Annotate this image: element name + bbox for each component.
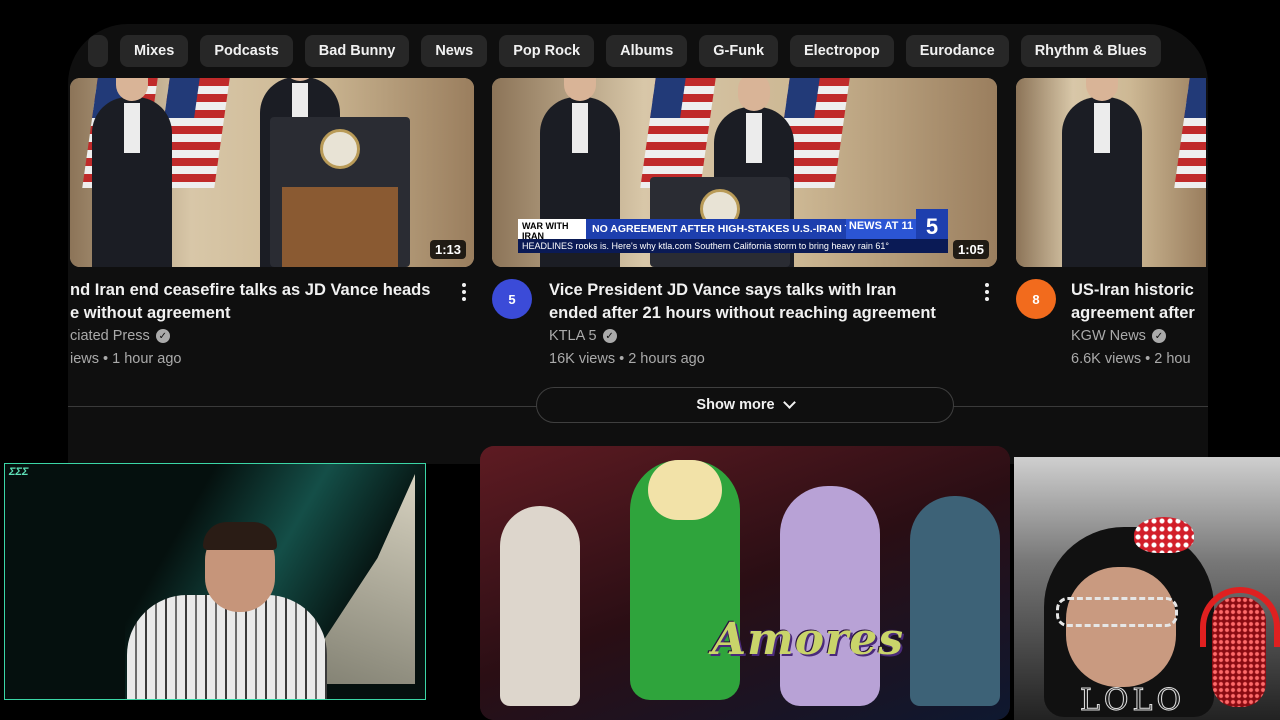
news-lower-third: WAR WITH IRAN NO AGREEMENT AFTER HIGH-ST… xyxy=(518,209,948,257)
lower-third-ticker: HEADLINES rooks is. Here's why ktla.com … xyxy=(518,239,948,253)
duration-badge: 1:13 xyxy=(429,240,466,259)
more-vert-icon[interactable] xyxy=(454,280,474,304)
chip-news[interactable]: News xyxy=(421,35,488,67)
video-thumbnail-3[interactable] xyxy=(1016,78,1206,267)
dancer-image xyxy=(780,486,880,706)
microphone-image xyxy=(1212,597,1266,707)
stream-logo: ΣΣΣ xyxy=(9,466,29,478)
stream-frame: Mixes Podcasts Bad Bunny News Pop Rock A… xyxy=(0,0,1280,720)
video-title-3[interactable]: US-Iran historic agreement after xyxy=(1071,279,1206,325)
glasses-image xyxy=(1056,597,1178,627)
view-count-2: 16K views • 2 hours ago xyxy=(549,351,705,367)
verified-check-icon: ✓ xyxy=(602,329,617,343)
video-thumbnail-1[interactable]: 1:13 xyxy=(70,78,474,267)
view-count-3: 6.6K views • 2 hou xyxy=(1071,351,1191,367)
chip-fade xyxy=(1168,24,1208,78)
chip-mixes[interactable]: Mixes xyxy=(120,35,189,67)
person-image xyxy=(1062,78,1142,267)
video-title-2[interactable]: Vice President JD Vance says talks with … xyxy=(549,279,969,325)
chip-partial[interactable] xyxy=(88,35,108,67)
show-more-button[interactable]: Show more xyxy=(536,387,954,423)
more-vert-icon[interactable] xyxy=(977,280,997,304)
dancer-image xyxy=(500,506,580,706)
chip-bar: Mixes Podcasts Bad Bunny News Pop Rock A… xyxy=(68,24,1208,78)
channel-avatar-kgw[interactable]: 8 xyxy=(1016,279,1056,319)
chip-pop-rock[interactable]: Pop Rock xyxy=(499,35,595,67)
video-thumbnail-2[interactable]: WAR WITH IRAN NO AGREEMENT AFTER HIGH-ST… xyxy=(492,78,997,267)
chip-albums[interactable]: Albums xyxy=(606,35,688,67)
chip-eurodance[interactable]: Eurodance xyxy=(905,35,1009,67)
song-title-graphic: Amores xyxy=(712,614,904,665)
channel-avatar-ktla[interactable]: 5 xyxy=(492,279,532,319)
podium-image xyxy=(270,117,410,267)
webcam-right: LOLO xyxy=(1014,457,1280,720)
channel-name-2[interactable]: KTLA 5 ✓ xyxy=(549,328,617,344)
chip-podcasts[interactable]: Podcasts xyxy=(200,35,293,67)
youtube-page: Mixes Podcasts Bad Bunny News Pop Rock A… xyxy=(68,24,1208,464)
chip-electropop[interactable]: Electropop xyxy=(790,35,894,67)
person-image xyxy=(92,78,172,267)
channel-name-3[interactable]: KGW News ✓ xyxy=(1071,328,1166,344)
music-video-player[interactable]: Amores xyxy=(480,446,1010,720)
chevron-down-icon xyxy=(782,396,796,409)
chip-bad-bunny[interactable]: Bad Bunny xyxy=(304,35,410,67)
dancer-image xyxy=(910,496,1000,706)
view-count-1: iews • 1 hour ago xyxy=(70,351,182,367)
lower-third-headline: NO AGREEMENT AFTER HIGH-STAKES U.S.-IRAN… xyxy=(586,219,846,239)
video-title-1[interactable]: nd Iran end ceasefire talks as JD Vance … xyxy=(70,279,460,325)
chip-g-funk[interactable]: G-Funk xyxy=(699,35,779,67)
verified-check-icon: ✓ xyxy=(155,329,170,343)
chip-rhythm-blues[interactable]: Rhythm & Blues xyxy=(1020,35,1161,67)
verified-check-icon: ✓ xyxy=(1151,329,1166,343)
webcam-left: ΣΣΣ xyxy=(4,463,426,700)
hair-bow-image xyxy=(1134,517,1194,553)
duration-badge: 1:05 xyxy=(952,240,989,259)
streamer-face xyxy=(1066,567,1176,687)
channel-name-1[interactable]: ciated Press ✓ xyxy=(70,328,170,344)
streamer-shirt xyxy=(127,595,327,699)
show-more-label: Show more xyxy=(696,397,775,413)
streamer-name: LOLO xyxy=(1079,683,1186,719)
